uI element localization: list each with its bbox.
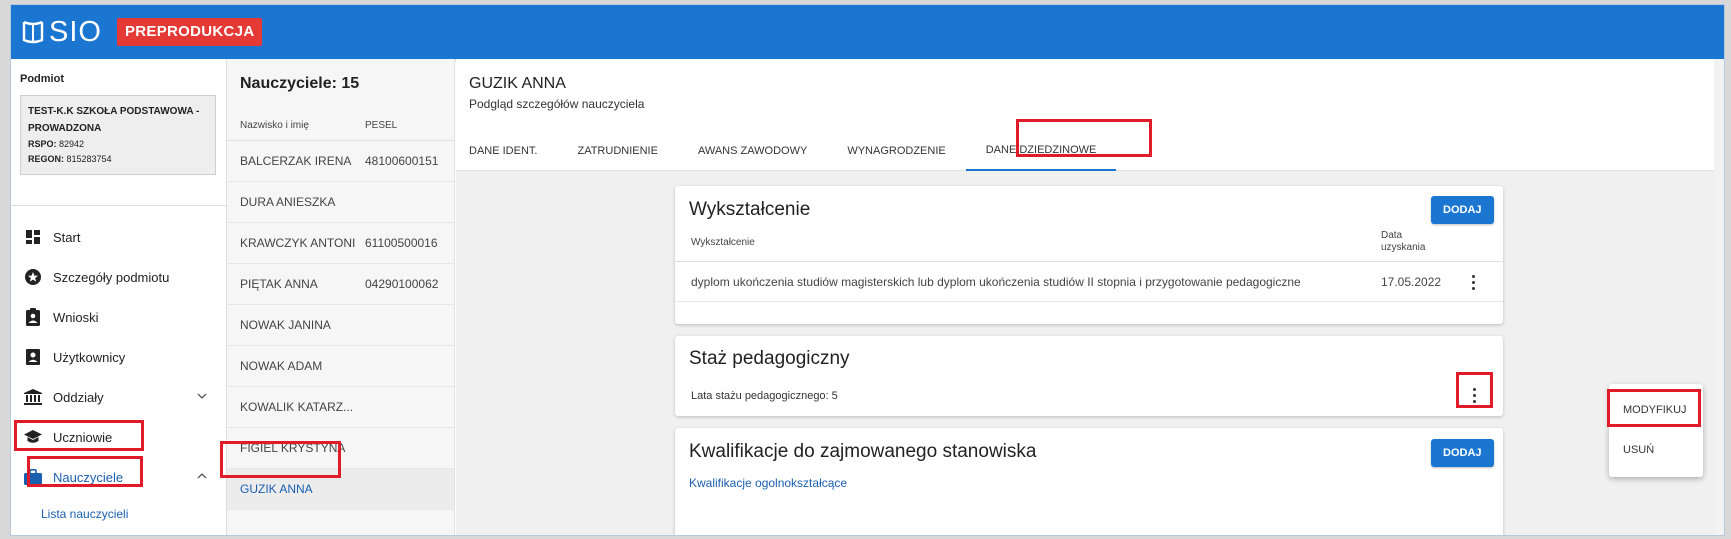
- briefcase-icon: [24, 468, 42, 486]
- tab-dane-ident[interactable]: DANE IDENT.: [456, 131, 557, 171]
- kwalifikacje-link[interactable]: Kwalifikacje ogolnokształcące: [689, 476, 847, 490]
- table-row[interactable]: FIGIEL KRYSTYNA: [227, 428, 454, 469]
- chevron-up-icon[interactable]: [196, 470, 208, 482]
- column-header-date: Data uzyskania: [1381, 230, 1426, 253]
- table-row[interactable]: PIĘTAK ANNA 04290100062: [227, 264, 454, 305]
- teacher-list-title: Nauczyciele: 15: [240, 75, 360, 92]
- main-content: GUZIK ANNA Podgląd szczegółów nauczyciel…: [456, 59, 1724, 535]
- top-bar: SIO PREPRODUKCJA: [11, 5, 1724, 59]
- more-vert-icon[interactable]: [1466, 385, 1482, 405]
- sidebar-item-start[interactable]: Start: [11, 217, 226, 257]
- podmiot-label: Podmiot: [20, 73, 64, 85]
- dashboard-icon: [24, 228, 42, 246]
- teacher-list-panel: Nauczyciele: 15 Nazwisko i imię PESEL BA…: [220, 59, 455, 535]
- school-name: TEST-K.K SZKOŁA PODSTAWOWA - PROWADZONA: [28, 106, 200, 134]
- kwalifikacje-title: Kwalifikacje do zajmowanego stanowiska: [689, 441, 1037, 462]
- contact-card-icon: [24, 348, 42, 366]
- graduation-cap-icon: [24, 428, 42, 446]
- table-row[interactable]: BALCERZAK IRENA 48100600151: [227, 141, 454, 182]
- education-title: Wykształcenie: [689, 199, 811, 220]
- sidebar-subitem-lista-nauczycieli[interactable]: Lista nauczycieli: [11, 497, 226, 531]
- sidebar-divider: [11, 205, 226, 206]
- app-logo[interactable]: SIO: [21, 15, 102, 49]
- sidebar-item-label: Użytkownicy: [53, 349, 126, 365]
- context-menu: MODYFIKUJ USUŃ: [1609, 384, 1703, 477]
- tab-wynagrodzenie[interactable]: WYNAGRODZENIE: [827, 131, 965, 171]
- sidebar-item-label: Wnioski: [53, 309, 99, 325]
- menu-item-usun[interactable]: USUŃ: [1609, 430, 1703, 470]
- page-title: GUZIK ANNA: [469, 75, 566, 92]
- sidebar-item-label: Oddziały: [53, 389, 104, 405]
- sidebar-item-nauczyciele[interactable]: Nauczyciele: [11, 457, 226, 497]
- column-header-name[interactable]: Nazwisko i imię: [227, 120, 365, 131]
- podmiot-box: TEST-K.K SZKOŁA PODSTAWOWA - PROWADZONA …: [20, 95, 216, 175]
- table-row-selected[interactable]: GUZIK ANNA: [227, 469, 454, 510]
- tab-bar: DANE IDENT. ZATRUDNIENIE AWANS ZAWODOWY …: [456, 131, 1117, 171]
- staz-years: Lata stażu pedagogicznego: 5: [691, 390, 838, 402]
- sidebar-item-label: Nauczyciele: [53, 469, 124, 485]
- teacher-header: GUZIK ANNA Podgląd szczegółów nauczyciel…: [456, 59, 1724, 171]
- tab-zatrudnienie[interactable]: ZATRUDNIENIE: [557, 131, 677, 171]
- sidebar-item-label: Szczegóły podmiotu: [53, 269, 170, 285]
- column-header-pesel[interactable]: PESEL: [365, 120, 397, 131]
- sidebar-nav: Start Szczegóły podmiotu Wnioski Użytkow…: [11, 217, 226, 531]
- teacher-list-header: Nazwisko i imię PESEL: [227, 111, 454, 141]
- environment-badge: PREPRODUKCJA: [117, 18, 263, 46]
- sidebar: Podmiot TEST-K.K SZKOŁA PODSTAWOWA - PRO…: [11, 59, 227, 535]
- table-row[interactable]: NOWAK ADAM: [227, 346, 454, 387]
- table-row[interactable]: KOWALIK KATARZ...: [227, 387, 454, 428]
- education-table-header: Wykształcenie Data uzyskania: [675, 220, 1503, 262]
- more-vert-icon[interactable]: [1465, 272, 1481, 292]
- institution-icon: [24, 388, 42, 406]
- tab-dane-dziedzinowe[interactable]: DANE DZIEDZINOWE: [965, 131, 1117, 171]
- tab-awans-zawodowy[interactable]: AWANS ZAWODOWY: [678, 131, 827, 171]
- education-card: Wykształcenie DODAJ Wykształcenie Data u…: [675, 186, 1503, 324]
- sidebar-item-szczegoly[interactable]: Szczegóły podmiotu: [11, 257, 226, 297]
- table-row[interactable]: DURA ANIESZKA: [227, 182, 454, 223]
- sidebar-item-uczniowie[interactable]: Uczniowie: [11, 417, 226, 457]
- sidebar-item-oddzialy[interactable]: Oddziały: [11, 377, 226, 417]
- sidebar-item-label: Uczniowie: [53, 429, 113, 445]
- chevron-down-icon[interactable]: [196, 390, 208, 402]
- page-subtitle: Podgląd szczegółów nauczyciela: [469, 97, 645, 111]
- app-window: SIO PREPRODUKCJA Podmiot TEST-K.K SZKOŁA…: [10, 4, 1725, 536]
- education-description: dyplom ukończenia studiów magisterskich …: [691, 275, 1301, 289]
- education-date: 17.05.2022: [1381, 275, 1442, 289]
- sidebar-item-uzytkownicy[interactable]: Użytkownicy: [11, 337, 226, 377]
- clipboard-icon: [24, 308, 42, 326]
- column-header-education: Wykształcenie: [691, 237, 755, 248]
- vertical-scrollbar[interactable]: [1714, 59, 1724, 535]
- kwalifikacje-card: Kwalifikacje do zajmowanego stanowiska D…: [675, 428, 1503, 535]
- staz-card: Staż pedagogiczny Lata stażu pedagogiczn…: [675, 336, 1503, 416]
- rspo-line: RSPO: 82942: [28, 139, 85, 149]
- book-logo-icon: [22, 20, 44, 44]
- staz-title: Staż pedagogiczny: [689, 348, 850, 369]
- menu-item-modyfikuj[interactable]: MODYFIKUJ: [1609, 390, 1703, 430]
- sidebar-item-label: Start: [53, 229, 81, 245]
- table-row[interactable]: KRAWCZYK ANTONI 61100500016: [227, 223, 454, 264]
- teacher-list-rows: BALCERZAK IRENA 48100600151 DURA ANIESZKA…: [227, 141, 454, 510]
- regon-line: REGON: 815283754: [28, 154, 112, 164]
- star-badge-icon: [24, 268, 42, 286]
- app-name: SIO: [49, 15, 102, 48]
- add-kwalifikacje-button[interactable]: DODAJ: [1431, 439, 1494, 467]
- table-row[interactable]: NOWAK JANINA: [227, 305, 454, 346]
- table-row: dyplom ukończenia studiów magisterskich …: [675, 262, 1503, 302]
- sidebar-item-wnioski[interactable]: Wnioski: [11, 297, 226, 337]
